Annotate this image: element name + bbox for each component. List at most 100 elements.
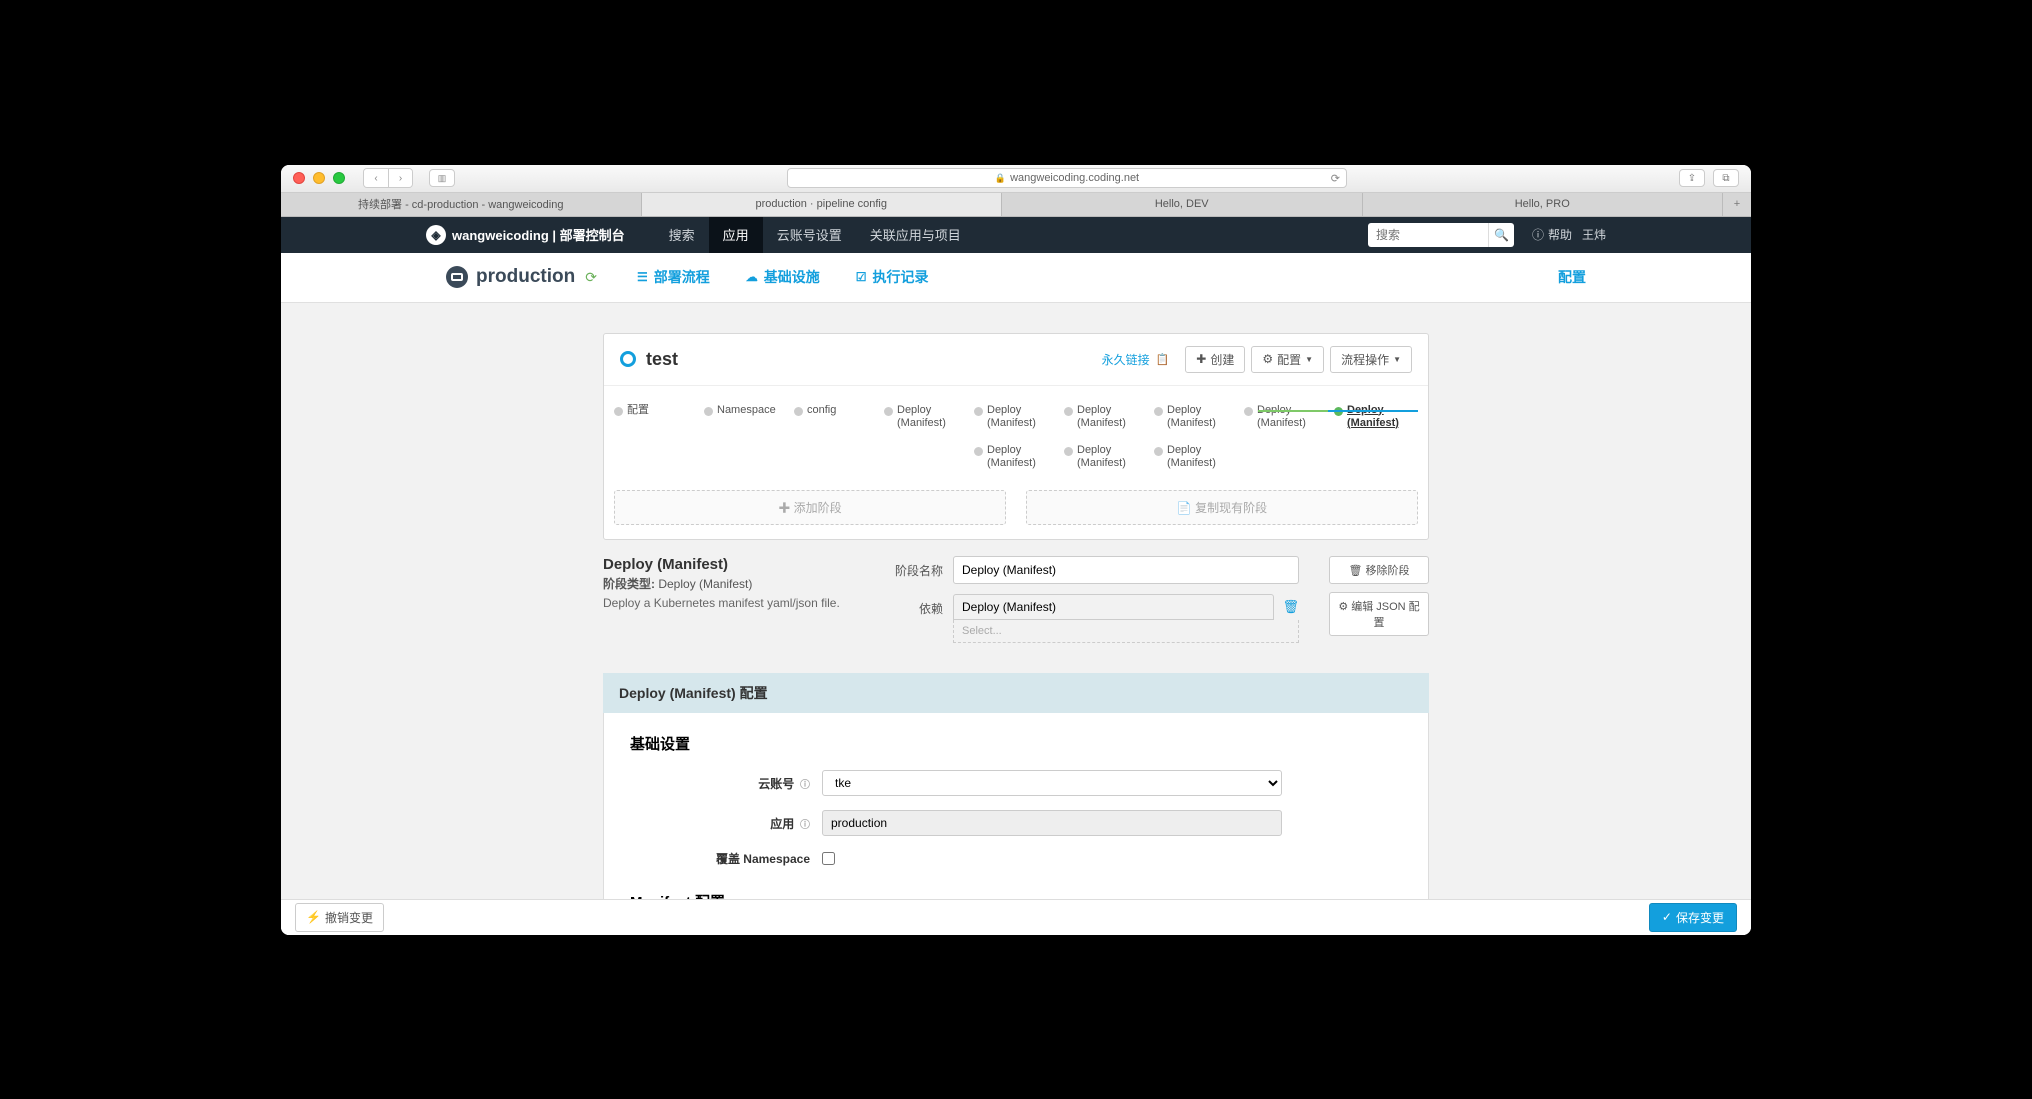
gear-icon: ⚙ <box>1338 601 1351 613</box>
reload-icon[interactable]: ⟳ <box>1331 172 1340 185</box>
override-namespace-checkbox[interactable] <box>822 852 835 865</box>
top-navbar: ◈ wangweicoding | 部署控制台 搜索 应用 云账号设置 关联应用… <box>281 217 1751 253</box>
override-namespace-label: 覆盖 Namespace <box>630 850 810 867</box>
nav-item-cloud-accounts[interactable]: 云账号设置 <box>763 217 856 253</box>
config-dropdown-button[interactable]: ⚙配置▼ <box>1251 346 1324 373</box>
check-icon: ☑ <box>856 270 867 284</box>
search-button[interactable]: 🔍 <box>1488 223 1514 247</box>
window-minimize-button[interactable] <box>313 172 325 184</box>
stage-node[interactable]: Deploy (Manifest) <box>1244 404 1334 430</box>
sidebar-toggle-button[interactable]: ▥ <box>429 169 455 187</box>
stage-node-selected[interactable]: Deploy (Manifest) <box>1334 404 1424 430</box>
tabs-button[interactable]: ⧉ <box>1713 169 1739 187</box>
lock-icon: 🔒 <box>995 173 1006 184</box>
plus-icon: ✚ <box>1196 352 1206 366</box>
help-link[interactable]: ⓘ 帮助 <box>1532 226 1572 243</box>
stage-name-input[interactable] <box>953 556 1299 584</box>
browser-tab[interactable]: Hello, PRO <box>1363 193 1724 216</box>
url-field[interactable]: 🔒 wangweicoding.coding.net ⟳ <box>787 168 1347 188</box>
stage-node[interactable]: Deploy (Manifest) <box>884 404 974 430</box>
stage-title: Deploy (Manifest) <box>603 556 853 573</box>
share-button[interactable]: ⇪ <box>1679 169 1705 187</box>
stage-node[interactable]: Deploy (Manifest) <box>1154 444 1244 470</box>
config-section-header: Deploy (Manifest) 配置 <box>603 673 1429 713</box>
tab-infrastructure[interactable]: ☁ 基础设施 <box>746 267 820 287</box>
basic-settings-title: 基础设置 <box>630 733 1402 754</box>
browser-tab[interactable]: production · pipeline config <box>642 193 1003 216</box>
remove-dependency-button[interactable]: 🗑 <box>1282 594 1299 620</box>
refresh-icon[interactable]: ⟳ <box>585 269 597 286</box>
caret-down-icon: ▼ <box>1393 355 1401 364</box>
forward-button[interactable]: › <box>388 169 412 187</box>
save-button[interactable]: ✓保存变更 <box>1649 903 1737 932</box>
cloud-icon: ☁ <box>746 270 758 284</box>
new-tab-button[interactable]: + <box>1723 193 1751 216</box>
add-stage-button[interactable]: ✚ 添加阶段 <box>614 490 1006 525</box>
url-text: wangweicoding.coding.net <box>1010 172 1139 184</box>
create-button[interactable]: ✚创建 <box>1185 346 1245 373</box>
dependency-select[interactable]: Select... <box>953 620 1299 643</box>
copy-icon: 📄 <box>1177 501 1195 515</box>
stage-description: Deploy a Kubernetes manifest yaml/json f… <box>603 596 853 610</box>
pipeline-graph: 配置 Namespace config Deploy (Manifest) De… <box>604 386 1428 481</box>
info-icon: ⓘ <box>1532 226 1544 243</box>
brand[interactable]: ◈ wangweicoding | 部署控制台 <box>426 225 625 245</box>
config-link[interactable]: 配置 <box>1558 267 1586 287</box>
tab-pipelines[interactable]: ☰ 部署流程 <box>637 267 710 287</box>
copy-icon[interactable]: 📋 <box>1156 353 1170 366</box>
edit-json-button[interactable]: ⚙ 编辑 JSON 配置 <box>1329 592 1429 636</box>
pipeline-progress-line <box>1328 410 1418 412</box>
copy-stage-button[interactable]: 📄 复制现有阶段 <box>1026 490 1418 525</box>
pipeline-name: test <box>646 349 1102 370</box>
dependencies-label: 依赖 <box>883 594 943 617</box>
pipeline-progress-line <box>1258 410 1328 412</box>
stage-node[interactable]: Deploy (Manifest) <box>974 444 1064 470</box>
tab-executions[interactable]: ☑ 执行记录 <box>856 267 929 287</box>
browser-tab[interactable]: 持续部署 - cd-production - wangweicoding <box>281 193 642 216</box>
window-maximize-button[interactable] <box>333 172 345 184</box>
brand-text: wangweicoding | 部署控制台 <box>452 225 625 244</box>
stage-node[interactable]: Namespace <box>704 404 794 417</box>
browser-tab-row: 持续部署 - cd-production - wangweicoding pro… <box>281 193 1751 217</box>
pipeline-status-icon <box>620 351 636 367</box>
nav-item-app[interactable]: 应用 <box>709 217 763 253</box>
stage-node[interactable]: config <box>794 404 884 417</box>
stage-node[interactable]: Deploy (Manifest) <box>1064 444 1154 470</box>
stage-node[interactable]: Deploy (Manifest) <box>1154 404 1244 430</box>
stage-node[interactable]: Deploy (Manifest) <box>974 404 1064 430</box>
search-icon: 🔍 <box>1494 228 1509 242</box>
info-icon: ⓘ <box>797 820 810 831</box>
search-input[interactable] <box>1368 223 1488 247</box>
permalink-link[interactable]: 永久链接 <box>1102 351 1150 368</box>
window-close-button[interactable] <box>293 172 305 184</box>
nav-item-link-apps[interactable]: 关联应用与项目 <box>856 217 975 253</box>
plus-icon: ✚ <box>778 501 793 515</box>
manifest-config-title: Manifest 配置 <box>630 891 1402 898</box>
stage-detail: Deploy (Manifest) 阶段类型: Deploy (Manifest… <box>603 556 1429 653</box>
dependency-tag[interactable]: Deploy (Manifest) <box>953 594 1274 620</box>
mac-titlebar: ‹ › ▥ 🔒 wangweicoding.coding.net ⟳ ⇪ ⧉ <box>281 165 1751 193</box>
app-name: production <box>476 266 575 288</box>
browser-tab[interactable]: Hello, DEV <box>1002 193 1363 216</box>
trash-icon: 🗑 <box>1282 599 1299 614</box>
revert-button[interactable]: ⚡撤销变更 <box>295 903 384 932</box>
gear-icon: ⚙ <box>1262 352 1273 366</box>
back-button[interactable]: ‹ <box>364 169 388 187</box>
cloud-account-label: 云账号 ⓘ <box>630 775 810 792</box>
remove-stage-button[interactable]: 🗑 移除阶段 <box>1329 556 1429 584</box>
application-label: 应用 ⓘ <box>630 815 810 832</box>
stage-node[interactable]: 配置 <box>614 404 704 417</box>
app-badge-icon <box>446 266 468 288</box>
application-input <box>822 810 1282 836</box>
stage-name-label: 阶段名称 <box>883 556 943 579</box>
bolt-icon: ⚡ <box>306 910 321 924</box>
config-card: 基础设置 云账号 ⓘ tke 应用 ⓘ 覆盖 Namespace <box>603 713 1429 898</box>
check-circle-icon: ✓ <box>1662 910 1672 924</box>
secondary-nav: production ⟳ ☰ 部署流程 ☁ 基础设施 ☑ 执行记录 <box>281 253 1751 303</box>
user-menu[interactable]: 王炜 <box>1582 226 1606 243</box>
stage-node[interactable]: Deploy (Manifest) <box>1064 404 1154 430</box>
nav-item-search[interactable]: 搜索 <box>655 217 709 253</box>
footer-bar: ⚡撤销变更 ✓保存变更 <box>281 899 1751 935</box>
actions-dropdown-button[interactable]: 流程操作▼ <box>1330 346 1412 373</box>
cloud-account-select[interactable]: tke <box>822 770 1282 796</box>
